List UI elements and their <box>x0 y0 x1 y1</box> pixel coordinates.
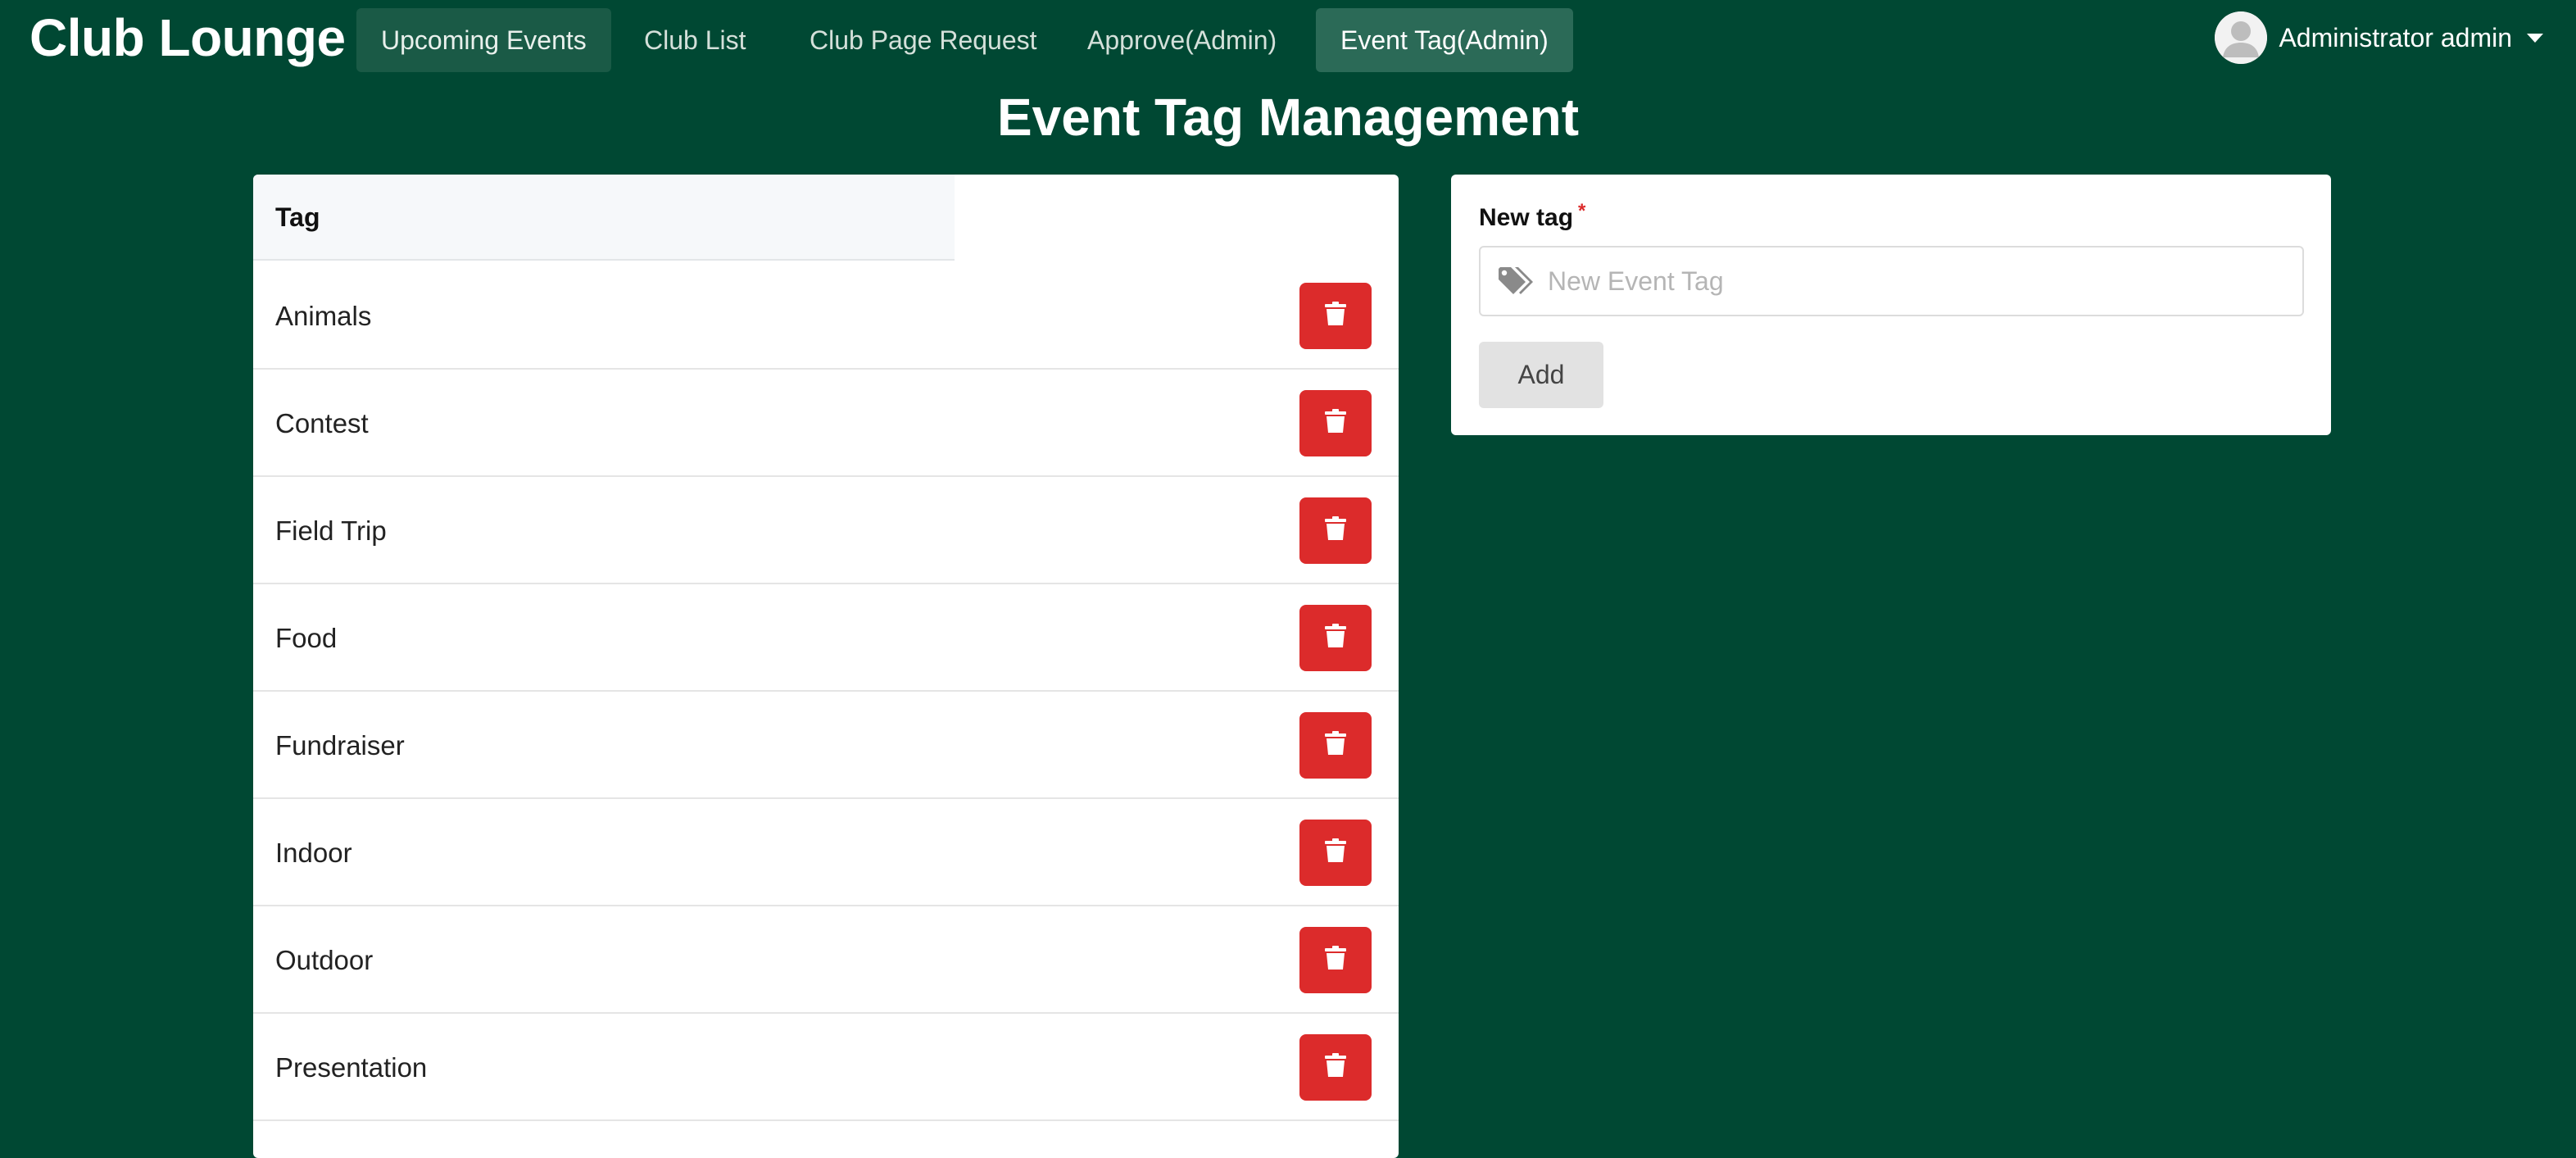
table-row: Presentation <box>253 1014 1399 1121</box>
table-row: Indoor <box>253 799 1399 906</box>
delete-tag-button[interactable] <box>1299 605 1372 671</box>
delete-tag-button[interactable] <box>1299 497 1372 564</box>
table-row: Fundraiser <box>253 692 1399 799</box>
new-tag-input[interactable] <box>1548 247 2285 315</box>
new-tag-label: New tag * <box>1479 200 1585 232</box>
nav-club-list[interactable]: Club List <box>619 8 771 72</box>
tag-table-card: Tag Animals Contest Field Trip Food Fundrais… <box>253 175 1399 1158</box>
tag-name: Presentation <box>275 1052 428 1083</box>
trash-icon <box>1325 838 1346 867</box>
nav-event-tag-admin[interactable]: Event Tag(Admin) <box>1316 8 1573 72</box>
tag-name: Food <box>275 623 338 653</box>
trash-icon <box>1325 731 1346 760</box>
trash-icon <box>1325 409 1346 438</box>
tag-name: Animals <box>275 301 372 331</box>
tags-icon <box>1497 266 1536 298</box>
new-tag-card: New tag* Add <box>1451 175 2331 435</box>
delete-tag-button[interactable] <box>1299 390 1372 456</box>
trash-icon <box>1325 302 1346 330</box>
user-avatar-icon <box>2215 11 2268 64</box>
tag-name: Indoor <box>275 838 352 868</box>
delete-tag-button[interactable] <box>1299 927 1372 993</box>
trash-icon <box>1325 1053 1346 1082</box>
table-row: Field Trip <box>253 477 1399 584</box>
add-button[interactable]: Add <box>1479 342 1603 408</box>
new-tag-field[interactable] <box>1479 246 2304 316</box>
tag-column-header: Tag <box>253 175 955 261</box>
page-title: Event Tag Management <box>996 88 1580 147</box>
required-mark: * <box>1578 200 1586 222</box>
tag-name: Field Trip <box>275 515 387 546</box>
user-menu[interactable]: Administrator admin <box>2215 11 2543 64</box>
delete-tag-button[interactable] <box>1299 712 1372 779</box>
new-tag-label-text: New tag <box>1479 204 1574 231</box>
nav-upcoming-events[interactable]: Upcoming Events <box>356 8 611 72</box>
trash-icon <box>1325 946 1346 974</box>
trash-icon <box>1325 624 1346 652</box>
tag-name: Contest <box>275 408 369 438</box>
delete-tag-button[interactable] <box>1299 1034 1372 1101</box>
caret-down-icon <box>2527 33 2543 43</box>
delete-tag-button[interactable] <box>1299 283 1372 349</box>
navbar: Club Lounge Upcoming Events Club List Cl… <box>0 0 2576 77</box>
nav-club-page-request[interactable]: Club Page Request <box>785 8 1062 72</box>
table-row: Animals <box>253 262 1399 370</box>
brand-logo[interactable]: Club Lounge <box>29 5 346 70</box>
table-row: Contest <box>253 370 1399 477</box>
nav-approve-admin[interactable]: Approve(Admin) <box>1063 8 1301 72</box>
delete-tag-button[interactable] <box>1299 820 1372 886</box>
table-row: Food <box>253 584 1399 692</box>
table-row: Outdoor <box>253 906 1399 1014</box>
tag-name: Outdoor <box>275 945 374 975</box>
trash-icon <box>1325 516 1346 545</box>
user-name: Administrator admin <box>2279 22 2512 52</box>
tag-name: Fundraiser <box>275 730 405 761</box>
